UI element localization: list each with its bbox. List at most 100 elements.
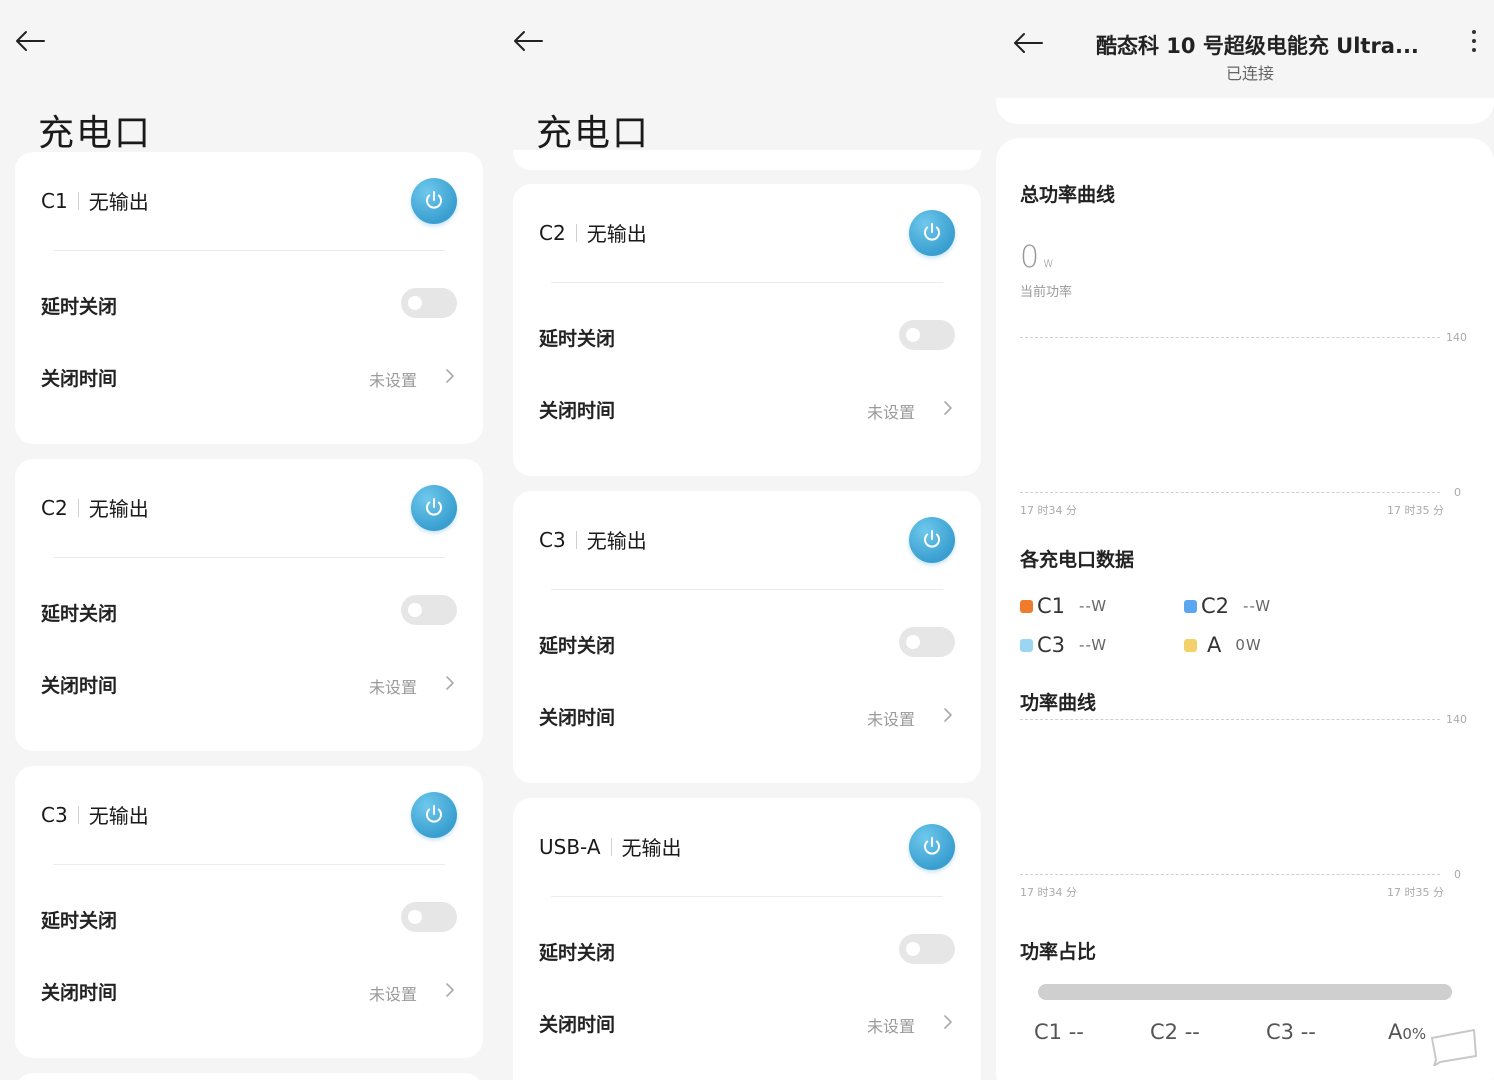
delay-off-label: 延时关闭 xyxy=(41,296,118,318)
divider xyxy=(551,589,943,590)
port-card-c2: C2 无输出 延时关闭 关闭时间 未设置 xyxy=(513,184,981,476)
ratio-value: -- xyxy=(1068,1020,1084,1044)
port-card-partial xyxy=(15,1073,483,1080)
off-time-label: 关闭时间 xyxy=(41,368,118,390)
current-power-label: 当前功率 xyxy=(1020,285,1073,300)
ratio-label-c2: C2 -- xyxy=(1150,1020,1200,1044)
off-time-label: 关闭时间 xyxy=(539,400,616,422)
divider xyxy=(551,282,943,283)
off-time-value[interactable]: 未设置 xyxy=(369,674,417,698)
port-name: C2 xyxy=(41,495,68,520)
port-card-usb-a: USB-A 无输出 延时关闭 关闭时间 未设置 xyxy=(513,798,981,1080)
legend-name: C1 xyxy=(1037,594,1066,618)
ratio-label-c3: C3 -- xyxy=(1266,1020,1316,1044)
chevron-right-icon[interactable] xyxy=(943,400,953,416)
page-title: 充电口 xyxy=(38,113,153,154)
ratio-name: C3 xyxy=(1266,1020,1295,1044)
chevron-right-icon[interactable] xyxy=(445,982,455,998)
chevron-right-icon[interactable] xyxy=(445,368,455,384)
off-time-value[interactable]: 未设置 xyxy=(369,367,417,391)
legend-name: A xyxy=(1207,633,1222,657)
power-button[interactable] xyxy=(909,824,955,870)
port-status: 无输出 xyxy=(586,222,647,246)
legend-value: --W xyxy=(1079,597,1108,615)
more-options-icon[interactable] xyxy=(1470,30,1478,56)
power-icon xyxy=(924,837,940,855)
off-time-label: 关闭时间 xyxy=(41,675,118,697)
y-axis-min: 0 xyxy=(1454,486,1461,499)
grid-line-max xyxy=(1020,719,1440,720)
current-power-unit: w xyxy=(1043,256,1054,271)
divider xyxy=(53,557,445,558)
power-button[interactable] xyxy=(411,178,457,224)
ratio-label-a: A0% xyxy=(1388,1020,1426,1044)
off-time-value[interactable]: 未设置 xyxy=(867,1013,915,1037)
off-time-value[interactable]: 未设置 xyxy=(867,399,915,423)
chevron-right-icon[interactable] xyxy=(445,675,455,691)
device-detail-panel: 酷态科 10 号超级电能充 Ultra... 已连接 总功率曲线 0w 当前功率… xyxy=(996,0,1494,1080)
port-status: 无输出 xyxy=(621,836,682,860)
delay-off-label: 延时关闭 xyxy=(41,603,118,625)
connection-status: 已连接 xyxy=(1225,64,1274,83)
legend-a: A 0W xyxy=(1184,633,1262,657)
legend-name: C2 xyxy=(1201,594,1230,618)
port-name: C2 xyxy=(539,220,566,245)
power-button[interactable] xyxy=(411,485,457,531)
port-status: 无输出 xyxy=(586,529,647,553)
separator xyxy=(77,191,79,210)
power-button[interactable] xyxy=(411,792,457,838)
port-card-c3: C3 无输出 延时关闭 关闭时间 未设置 xyxy=(15,766,483,1058)
legend-value: 0W xyxy=(1235,636,1262,654)
ratio-name: A xyxy=(1388,1020,1403,1044)
current-power-value: 0w xyxy=(1020,240,1054,275)
separator xyxy=(77,805,79,824)
back-arrow-icon[interactable] xyxy=(1012,32,1044,54)
grid-line-min xyxy=(1020,492,1440,493)
delay-off-toggle[interactable] xyxy=(899,320,955,350)
delay-off-label: 延时关闭 xyxy=(539,635,616,657)
off-time-label: 关闭时间 xyxy=(539,707,616,729)
port-status: 无输出 xyxy=(88,497,149,521)
y-axis-min: 0 xyxy=(1454,868,1461,881)
ratio-value: -- xyxy=(1184,1020,1200,1044)
off-time-label: 关闭时间 xyxy=(41,982,118,1004)
power-icon xyxy=(924,223,940,241)
delay-off-label: 延时关闭 xyxy=(539,942,616,964)
back-arrow-icon[interactable] xyxy=(512,30,544,52)
legend-value: --W xyxy=(1243,597,1272,615)
legend-c2: C2 --W xyxy=(1184,594,1271,618)
off-time-label: 关闭时间 xyxy=(539,1014,616,1036)
off-time-value[interactable]: 未设置 xyxy=(867,706,915,730)
y-axis-max: 140 xyxy=(1446,331,1467,344)
delay-off-toggle[interactable] xyxy=(401,902,457,932)
charging-port-panel-1: 充电口 C1 无输出 延时关闭 关闭时间 未设置 C2 无输出 延时关闭 关闭时… xyxy=(0,0,498,1080)
chevron-right-icon[interactable] xyxy=(943,707,953,723)
divider xyxy=(551,896,943,897)
ratio-name: C1 xyxy=(1034,1020,1063,1044)
ports-data-title: 各充电口数据 xyxy=(1020,549,1135,571)
port-card-c3: C3 无输出 延时关闭 关闭时间 未设置 xyxy=(513,491,981,783)
delay-off-toggle[interactable] xyxy=(899,934,955,964)
delay-off-toggle[interactable] xyxy=(899,627,955,657)
power-button[interactable] xyxy=(909,517,955,563)
back-arrow-icon[interactable] xyxy=(14,30,46,52)
delay-off-label: 延时关闭 xyxy=(539,328,616,350)
power-icon xyxy=(426,498,442,516)
delay-off-toggle[interactable] xyxy=(401,595,457,625)
off-time-value[interactable]: 未设置 xyxy=(369,981,417,1005)
x-axis-end: 17 时35 分 xyxy=(1387,504,1444,517)
watermark-logo xyxy=(1426,1026,1480,1067)
x-axis-start: 17 时34 分 xyxy=(1020,886,1077,899)
grid-line-max xyxy=(1020,337,1440,338)
power-button[interactable] xyxy=(909,210,955,256)
separator xyxy=(610,837,612,856)
port-status: 无输出 xyxy=(88,190,149,214)
port-name: USB-A xyxy=(539,834,601,859)
port-card-c1: C1 无输出 延时关闭 关闭时间 未设置 xyxy=(15,152,483,444)
ratio-value: 0% xyxy=(1402,1025,1427,1043)
delay-off-label: 延时关闭 xyxy=(41,910,118,932)
power-icon xyxy=(924,530,940,548)
delay-off-toggle[interactable] xyxy=(401,288,457,318)
chevron-right-icon[interactable] xyxy=(943,1014,953,1030)
legend-swatch xyxy=(1184,599,1197,613)
